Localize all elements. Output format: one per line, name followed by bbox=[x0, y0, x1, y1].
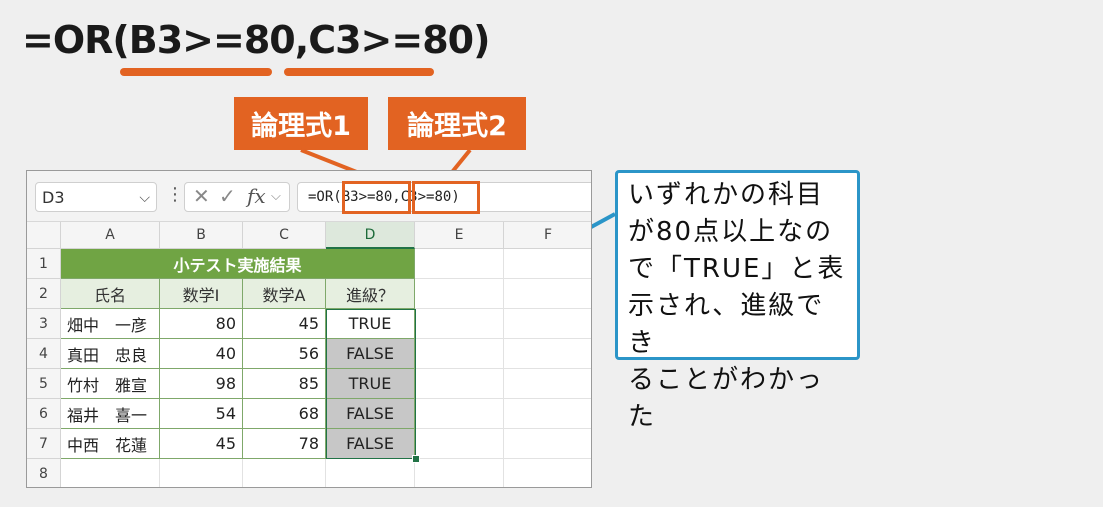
cell-f1[interactable] bbox=[504, 249, 591, 279]
cell-result[interactable]: TRUE bbox=[326, 369, 415, 399]
chevron-down-icon[interactable]: ⌵ bbox=[271, 189, 281, 204]
formula-title: =OR(B3>=80,C3>=80) bbox=[22, 18, 490, 62]
col-header-a[interactable]: A bbox=[61, 222, 160, 249]
cell-e6[interactable] bbox=[415, 399, 504, 429]
excel-window: D3 ⌵ ⋮ ✕ ✓ fx ⌵ =OR(B3>=80,C3>=80) A B C… bbox=[26, 170, 592, 488]
cell-matha[interactable]: 78 bbox=[243, 429, 326, 459]
select-all-corner[interactable] bbox=[27, 222, 61, 249]
formula-bar-area: D3 ⌵ ⋮ ✕ ✓ fx ⌵ =OR(B3>=80,C3>=80) bbox=[27, 171, 591, 222]
cell-c8[interactable] bbox=[243, 459, 326, 487]
cell-f4[interactable] bbox=[504, 339, 591, 369]
arg2-highlight bbox=[412, 181, 480, 214]
cell-f7[interactable] bbox=[504, 429, 591, 459]
cell-name[interactable]: 畑中 一彦 bbox=[61, 309, 160, 339]
cell-result[interactable]: FALSE bbox=[326, 429, 415, 459]
row-header-8[interactable]: 8 bbox=[27, 459, 61, 487]
fill-handle[interactable] bbox=[412, 455, 420, 463]
cell-math1[interactable]: 98 bbox=[160, 369, 243, 399]
cancel-icon[interactable]: ✕ bbox=[193, 184, 210, 208]
cell-result[interactable]: TRUE bbox=[326, 309, 415, 339]
callout-line: いずれかの科目 bbox=[628, 180, 825, 210]
chevron-down-icon[interactable]: ⌵ bbox=[139, 183, 150, 213]
arg1-underline bbox=[120, 68, 272, 76]
header-result[interactable]: 進級？ bbox=[326, 279, 415, 309]
cell-matha[interactable]: 85 bbox=[243, 369, 326, 399]
cell-name[interactable]: 真田 忠良 bbox=[61, 339, 160, 369]
cell-f5[interactable] bbox=[504, 369, 591, 399]
table-title[interactable]: 小テスト実施結果 bbox=[61, 249, 415, 279]
cell-e2[interactable] bbox=[415, 279, 504, 309]
cell-f3[interactable] bbox=[504, 309, 591, 339]
cell-e4[interactable] bbox=[415, 339, 504, 369]
formula-buttons: ✕ ✓ fx ⌵ bbox=[184, 182, 290, 212]
callout-line: ることがわかった bbox=[628, 365, 825, 432]
cell-d8[interactable] bbox=[326, 459, 415, 487]
row-header-7[interactable]: 7 bbox=[27, 429, 61, 459]
explanation-callout: いずれかの科目 が80点以上なの で「TRUE」と表 示され、進級でき ることが… bbox=[615, 170, 860, 432]
enter-icon[interactable]: ✓ bbox=[219, 184, 236, 208]
cell-e7[interactable] bbox=[415, 429, 504, 459]
name-box-value: D3 bbox=[42, 188, 65, 207]
logic1-label: 論理式1 bbox=[234, 97, 368, 150]
cell-f2[interactable] bbox=[504, 279, 591, 309]
col-header-d[interactable]: D bbox=[326, 222, 415, 249]
cell-e5[interactable] bbox=[415, 369, 504, 399]
cell-math1[interactable]: 45 bbox=[160, 429, 243, 459]
cell-result[interactable]: FALSE bbox=[326, 399, 415, 429]
col-header-e[interactable]: E bbox=[415, 222, 504, 249]
cell-e3[interactable] bbox=[415, 309, 504, 339]
function-icon[interactable]: fx bbox=[247, 184, 266, 208]
cell-math1[interactable]: 54 bbox=[160, 399, 243, 429]
col-header-c[interactable]: C bbox=[243, 222, 326, 249]
row-header-1[interactable]: 1 bbox=[27, 249, 61, 279]
arg1-highlight bbox=[342, 181, 411, 214]
cell-name[interactable]: 竹村 雅宣 bbox=[61, 369, 160, 399]
cell-result[interactable]: FALSE bbox=[326, 339, 415, 369]
cell-math1[interactable]: 40 bbox=[160, 339, 243, 369]
header-math1[interactable]: 数学Ⅰ bbox=[160, 279, 243, 309]
cell-e1[interactable] bbox=[415, 249, 504, 279]
callout-line: が80点以上なの bbox=[628, 217, 834, 247]
cell-f8[interactable] bbox=[504, 459, 591, 487]
cell-f6[interactable] bbox=[504, 399, 591, 429]
more-options-icon[interactable]: ⋮ bbox=[166, 184, 184, 205]
row-header-3[interactable]: 3 bbox=[27, 309, 61, 339]
cell-name[interactable]: 中西 花蓮 bbox=[61, 429, 160, 459]
col-header-b[interactable]: B bbox=[160, 222, 243, 249]
col-header-f[interactable]: F bbox=[504, 222, 591, 249]
row-header-4[interactable]: 4 bbox=[27, 339, 61, 369]
header-name[interactable]: 氏名 bbox=[61, 279, 160, 309]
name-box[interactable]: D3 ⌵ bbox=[35, 182, 157, 212]
row-header-2[interactable]: 2 bbox=[27, 279, 61, 309]
cell-matha[interactable]: 45 bbox=[243, 309, 326, 339]
callout-line: で「TRUE」と表 bbox=[628, 254, 846, 284]
cell-matha[interactable]: 68 bbox=[243, 399, 326, 429]
arg2-underline bbox=[284, 68, 434, 76]
row-header-5[interactable]: 5 bbox=[27, 369, 61, 399]
cell-math1[interactable]: 80 bbox=[160, 309, 243, 339]
cell-a8[interactable] bbox=[61, 459, 160, 487]
cell-name[interactable]: 福井 喜一 bbox=[61, 399, 160, 429]
logic2-label: 論理式2 bbox=[388, 97, 526, 150]
cell-b8[interactable] bbox=[160, 459, 243, 487]
cell-matha[interactable]: 56 bbox=[243, 339, 326, 369]
header-matha[interactable]: 数学A bbox=[243, 279, 326, 309]
cell-e8[interactable] bbox=[415, 459, 504, 487]
row-header-6[interactable]: 6 bbox=[27, 399, 61, 429]
callout-line: 示され、進級でき bbox=[628, 291, 825, 358]
